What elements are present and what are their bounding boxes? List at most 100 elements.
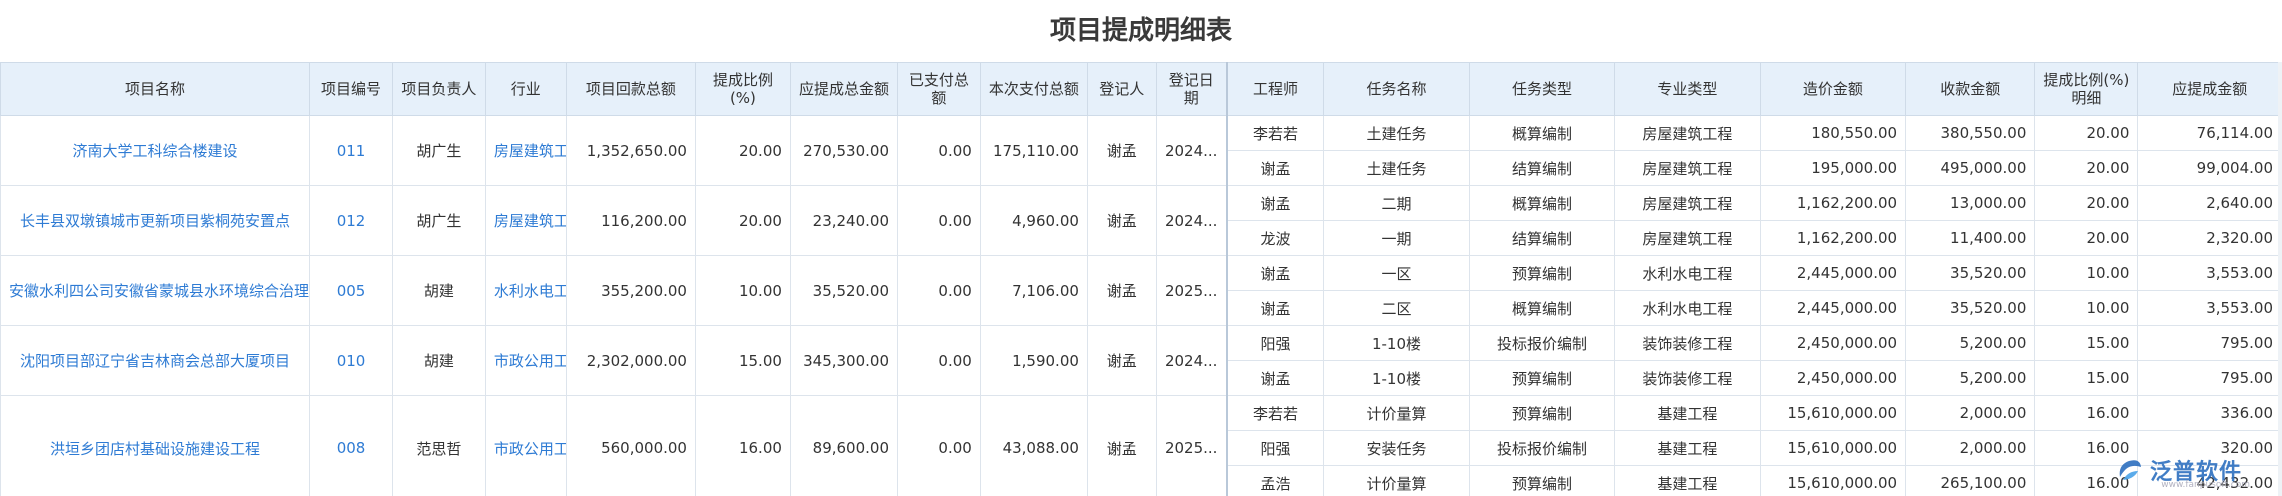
header-manager[interactable]: 项目负责人 — [391, 62, 486, 116]
header-engineer[interactable]: 工程师 — [1225, 62, 1325, 116]
detail-received: 11,400.00 — [1905, 220, 2036, 256]
project-date: 2024... — [1155, 185, 1228, 256]
project-date: 2024... — [1155, 115, 1228, 186]
detail-task: 1-10楼 — [1323, 360, 1470, 396]
detail-task: 一期 — [1323, 220, 1470, 256]
project-rate: 10.00 — [694, 255, 791, 326]
detail-task: 计价量算 — [1323, 395, 1470, 431]
detail-received: 5,200.00 — [1905, 325, 2036, 361]
project-current-paid: 7,106.00 — [979, 255, 1088, 326]
detail-cost: 180,550.00 — [1759, 115, 1907, 151]
project-total-receipt: 2,302,000.00 — [565, 325, 696, 396]
project-name-link[interactable]: 沈阳项目部辽宁省吉林商会总部大厦项目 — [0, 325, 311, 396]
project-paid: 0.00 — [897, 115, 981, 186]
header-commission-rate[interactable]: 提成比例(%) — [694, 62, 791, 116]
project-industry[interactable]: 水利水电工程 — [484, 255, 567, 326]
header-commission-total[interactable]: 应提成总金额 — [789, 62, 899, 116]
detail-engineer: 孟浩 — [1225, 465, 1325, 496]
detail-type: 预算编制 — [1468, 255, 1616, 291]
project-total-receipt: 560,000.00 — [565, 395, 696, 496]
detail-engineer: 李若若 — [1225, 115, 1325, 151]
detail-task: 土建任务 — [1323, 115, 1470, 151]
project-no-link[interactable]: 011 — [309, 115, 393, 186]
table-row[interactable]: 济南大学工科综合楼建设 011 胡广生 房屋建筑工程 1,352,650.00 … — [0, 115, 2282, 186]
project-no-link[interactable]: 005 — [309, 255, 393, 326]
header-project-no[interactable]: 项目编号 — [309, 62, 393, 116]
project-rate: 15.00 — [694, 325, 791, 396]
vertical-scrollbar[interactable] — [2278, 62, 2282, 496]
project-rate: 20.00 — [694, 115, 791, 186]
detail-rate: 10.00 — [2034, 290, 2139, 326]
project-name-link[interactable]: 济南大学工科综合楼建设 — [0, 115, 311, 186]
table-header-row: 项目名称 项目编号 项目负责人 行业 项目回款总额 提成比例(%) 应提成总金额… — [0, 62, 2282, 116]
header-current-paid-total[interactable]: 本次支付总额 — [979, 62, 1088, 116]
project-industry[interactable]: 房屋建筑工程 — [484, 115, 567, 186]
header-project-name[interactable]: 项目名称 — [0, 62, 311, 116]
project-industry[interactable]: 市政公用工程 — [484, 325, 567, 396]
project-manager: 范思哲 — [391, 395, 486, 496]
project-commission-total: 345,300.00 — [789, 325, 899, 396]
detail-type: 预算编制 — [1468, 360, 1616, 396]
project-no-link[interactable]: 012 — [309, 185, 393, 256]
detail-type: 投标报价编制 — [1468, 430, 1616, 466]
detail-commission: 2,320.00 — [2137, 220, 2282, 256]
project-current-paid: 4,960.00 — [979, 185, 1088, 256]
detail-received: 495,000.00 — [1905, 150, 2036, 186]
detail-rate: 15.00 — [2034, 360, 2139, 396]
detail-specialty: 基建工程 — [1614, 430, 1761, 466]
header-registrant[interactable]: 登记人 — [1086, 62, 1157, 116]
detail-rate: 20.00 — [2034, 115, 2139, 151]
project-name-link[interactable]: 安徽水利四公司安徽省蒙城县水环境综合治理 — [0, 255, 311, 326]
detail-commission: 795.00 — [2137, 360, 2282, 396]
project-no-link[interactable]: 010 — [309, 325, 393, 396]
project-manager: 胡广生 — [391, 185, 486, 256]
header-paid-total[interactable]: 已支付总额 — [897, 62, 981, 116]
project-current-paid: 43,088.00 — [979, 395, 1088, 496]
detail-engineer: 阳强 — [1225, 325, 1325, 361]
project-commission-total: 23,240.00 — [789, 185, 899, 256]
detail-cost: 2,445,000.00 — [1759, 290, 1907, 326]
fanpu-logo-icon — [2114, 455, 2144, 485]
project-total-receipt: 355,200.00 — [565, 255, 696, 326]
project-no-link[interactable]: 008 — [309, 395, 393, 496]
header-rate-detail[interactable]: 提成比例(%) 明细 — [2034, 62, 2139, 116]
detail-received: 2,000.00 — [1905, 395, 2036, 431]
header-cost-amount[interactable]: 造价金额 — [1759, 62, 1907, 116]
header-reg-date[interactable]: 登记日期 — [1155, 62, 1228, 116]
detail-rate: 20.00 — [2034, 220, 2139, 256]
detail-type: 概算编制 — [1468, 185, 1616, 221]
header-specialty[interactable]: 专业类型 — [1614, 62, 1761, 116]
detail-cost: 15,610,000.00 — [1759, 465, 1907, 496]
detail-cost: 2,450,000.00 — [1759, 325, 1907, 361]
project-name-link[interactable]: 长丰县双墩镇城市更新项目紫桐苑安置点 — [0, 185, 311, 256]
table-row[interactable]: 长丰县双墩镇城市更新项目紫桐苑安置点 012 胡广生 房屋建筑工程 116,20… — [0, 185, 2282, 256]
header-commission-amount[interactable]: 应提成金额 — [2137, 62, 2282, 116]
table-row[interactable]: 安徽水利四公司安徽省蒙城县水环境综合治理 005 胡建 水利水电工程 355,2… — [0, 255, 2282, 326]
detail-specialty: 房屋建筑工程 — [1614, 150, 1761, 186]
brand-logo: 泛普软件 www.fanpusoft.com — [2114, 452, 2264, 490]
detail-specialty: 基建工程 — [1614, 395, 1761, 431]
project-name-link[interactable]: 洪垣乡团店村基础设施建设工程 — [0, 395, 311, 496]
detail-engineer: 李若若 — [1225, 395, 1325, 431]
project-industry[interactable]: 房屋建筑工程 — [484, 185, 567, 256]
header-task-name[interactable]: 任务名称 — [1323, 62, 1470, 116]
project-date: 2025... — [1155, 395, 1228, 496]
header-task-type[interactable]: 任务类型 — [1468, 62, 1616, 116]
header-total-receipt[interactable]: 项目回款总额 — [565, 62, 696, 116]
project-date: 2024... — [1155, 325, 1228, 396]
header-received-amount[interactable]: 收款金额 — [1905, 62, 2036, 116]
detail-commission: 336.00 — [2137, 395, 2282, 431]
detail-specialty: 房屋建筑工程 — [1614, 220, 1761, 256]
detail-received: 265,100.00 — [1905, 465, 2036, 496]
detail-specialty: 水利水电工程 — [1614, 290, 1761, 326]
table-row[interactable]: 洪垣乡团店村基础设施建设工程 008 范思哲 市政公用工程 560,000.00… — [0, 395, 2282, 496]
project-industry[interactable]: 市政公用工程 — [484, 395, 567, 496]
detail-cost: 1,162,200.00 — [1759, 220, 1907, 256]
brand-url: www.fanpusoft.com — [2161, 480, 2250, 490]
detail-type: 结算编制 — [1468, 150, 1616, 186]
header-industry[interactable]: 行业 — [484, 62, 567, 116]
project-current-paid: 1,590.00 — [979, 325, 1088, 396]
table-row[interactable]: 沈阳项目部辽宁省吉林商会总部大厦项目 010 胡建 市政公用工程 2,302,0… — [0, 325, 2282, 396]
detail-cost: 15,610,000.00 — [1759, 395, 1907, 431]
detail-engineer: 谢孟 — [1225, 185, 1325, 221]
